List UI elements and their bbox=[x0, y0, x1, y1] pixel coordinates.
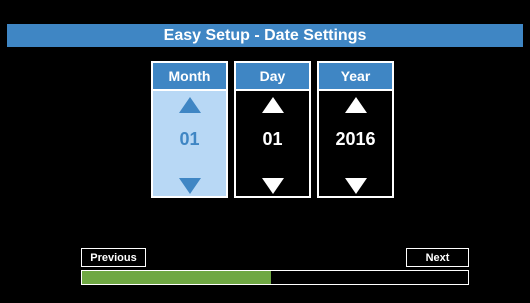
day-header: Day bbox=[236, 63, 309, 91]
month-label: Month bbox=[168, 68, 211, 84]
page-title: Easy Setup - Date Settings bbox=[163, 26, 367, 44]
setup-progress-bar bbox=[81, 270, 469, 285]
year-up-arrow-icon[interactable] bbox=[344, 97, 367, 113]
day-value: 01 bbox=[262, 129, 283, 149]
day-picker[interactable]: Day 01 bbox=[234, 61, 311, 198]
month-up-arrow-icon[interactable] bbox=[178, 97, 201, 113]
title-bar: Easy Setup - Date Settings bbox=[7, 24, 523, 47]
progress-fill bbox=[82, 271, 272, 284]
year-label: Year bbox=[340, 68, 371, 84]
previous-button[interactable]: Previous bbox=[81, 248, 146, 267]
year-picker[interactable]: Year 2016 bbox=[317, 61, 394, 198]
month-value: 01 bbox=[179, 129, 200, 149]
day-label: Day bbox=[259, 68, 286, 84]
date-settings-screen: Easy Setup - Date Settings Month 01 Day … bbox=[0, 0, 530, 303]
year-down-arrow-icon[interactable] bbox=[344, 178, 367, 194]
day-up-arrow-icon[interactable] bbox=[261, 97, 284, 113]
month-down-arrow-icon[interactable] bbox=[178, 178, 201, 194]
year-value: 2016 bbox=[335, 129, 376, 149]
month-picker[interactable]: Month 01 bbox=[151, 61, 228, 198]
month-header: Month bbox=[153, 63, 226, 91]
year-header: Year bbox=[319, 63, 392, 91]
next-button[interactable]: Next bbox=[406, 248, 469, 267]
day-down-arrow-icon[interactable] bbox=[261, 178, 284, 194]
